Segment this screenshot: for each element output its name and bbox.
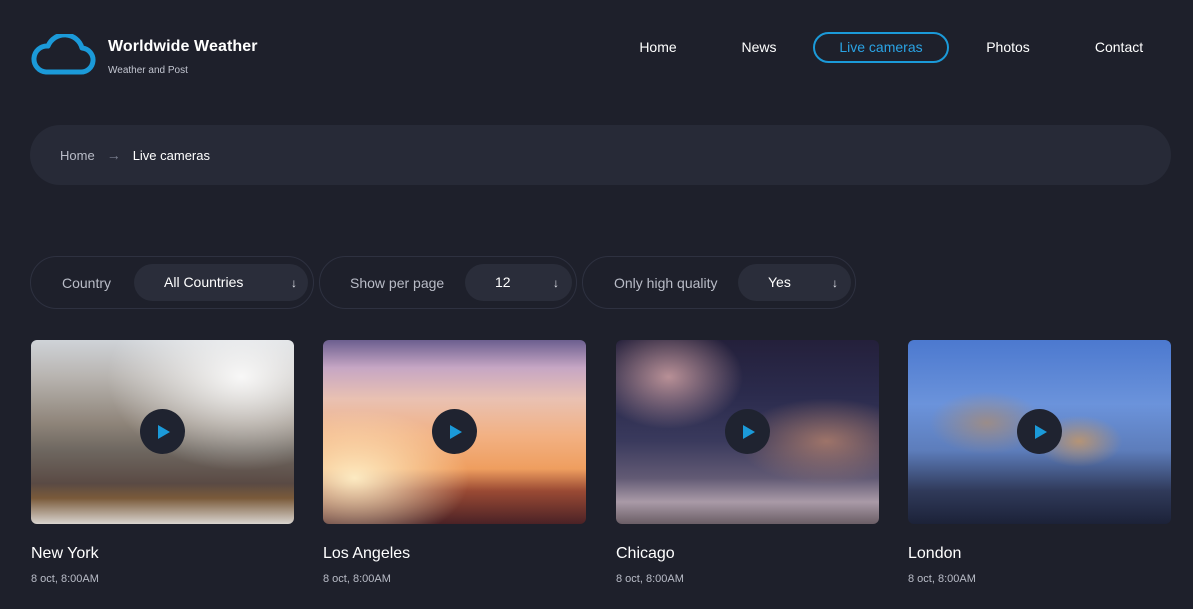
nav-live-cameras[interactable]: Live cameras	[813, 32, 949, 63]
camera-card: Los Angeles 8 oct, 8:00AM	[323, 340, 586, 585]
camera-thumbnail[interactable]	[31, 340, 294, 524]
arrow-down-icon: ↓	[291, 276, 297, 290]
nav-news[interactable]: News	[730, 32, 788, 63]
camera-thumbnail[interactable]	[616, 340, 879, 524]
arrow-right-icon: →	[106, 147, 121, 163]
arrow-down-icon: ↓	[832, 276, 838, 290]
camera-date: 8 oct, 8:00AM	[616, 573, 684, 585]
nav-photos[interactable]: Photos	[975, 32, 1041, 63]
play-button[interactable]	[139, 409, 185, 454]
main-nav: Home News Live cameras Photos Contact	[0, 32, 1193, 63]
quality-select[interactable]: Yes ↓	[738, 264, 851, 301]
quality-select-value: Yes	[768, 274, 791, 290]
nav-home[interactable]: Home	[628, 32, 688, 63]
camera-city[interactable]: Los Angeles	[323, 545, 586, 563]
camera-thumbnail[interactable]	[323, 340, 586, 524]
play-icon	[1034, 424, 1047, 439]
breadcrumb-home[interactable]: Home	[60, 148, 95, 163]
camera-city[interactable]: London	[908, 545, 1171, 563]
quality-filter-label: Only high quality	[614, 274, 718, 291]
per-page-filter-label: Show per page	[350, 274, 445, 291]
camera-card: London 8 oct, 8:00AM	[908, 340, 1171, 585]
play-button[interactable]	[1016, 409, 1062, 454]
site-subtitle: Weather and Post	[108, 65, 188, 76]
play-icon	[157, 424, 170, 439]
camera-date: 8 oct, 8:00AM	[908, 573, 976, 585]
per-page-filter: Show per page 12 ↓	[319, 256, 577, 309]
play-icon	[742, 424, 755, 439]
camera-card: New York 8 oct, 8:00AM	[31, 340, 294, 585]
breadcrumb: Home → Live cameras	[30, 125, 1171, 185]
site-header: Worldwide Weather Weather and Post Home …	[0, 0, 1193, 100]
camera-city[interactable]: New York	[31, 545, 294, 563]
camera-thumbnail[interactable]	[908, 340, 1171, 524]
play-icon	[449, 424, 462, 439]
breadcrumb-current: Live cameras	[132, 147, 210, 163]
per-page-select[interactable]: 12 ↓	[465, 264, 572, 301]
country-filter-label: Country	[62, 274, 112, 291]
camera-city[interactable]: Chicago	[616, 545, 879, 563]
per-page-select-value: 12	[495, 274, 511, 290]
quality-filter: Only high quality Yes ↓	[582, 256, 856, 309]
country-select[interactable]: All Countries ↓	[134, 264, 308, 301]
camera-date: 8 oct, 8:00AM	[323, 573, 391, 585]
country-filter: Country All Countries ↓	[30, 256, 314, 309]
camera-date: 8 oct, 8:00AM	[31, 573, 99, 585]
camera-card: Chicago 8 oct, 8:00AM	[616, 340, 879, 585]
country-select-value: All Countries	[164, 274, 244, 290]
nav-contact[interactable]: Contact	[1083, 32, 1155, 63]
play-button[interactable]	[431, 409, 477, 454]
play-button[interactable]	[724, 409, 770, 454]
arrow-down-icon: ↓	[553, 276, 559, 290]
